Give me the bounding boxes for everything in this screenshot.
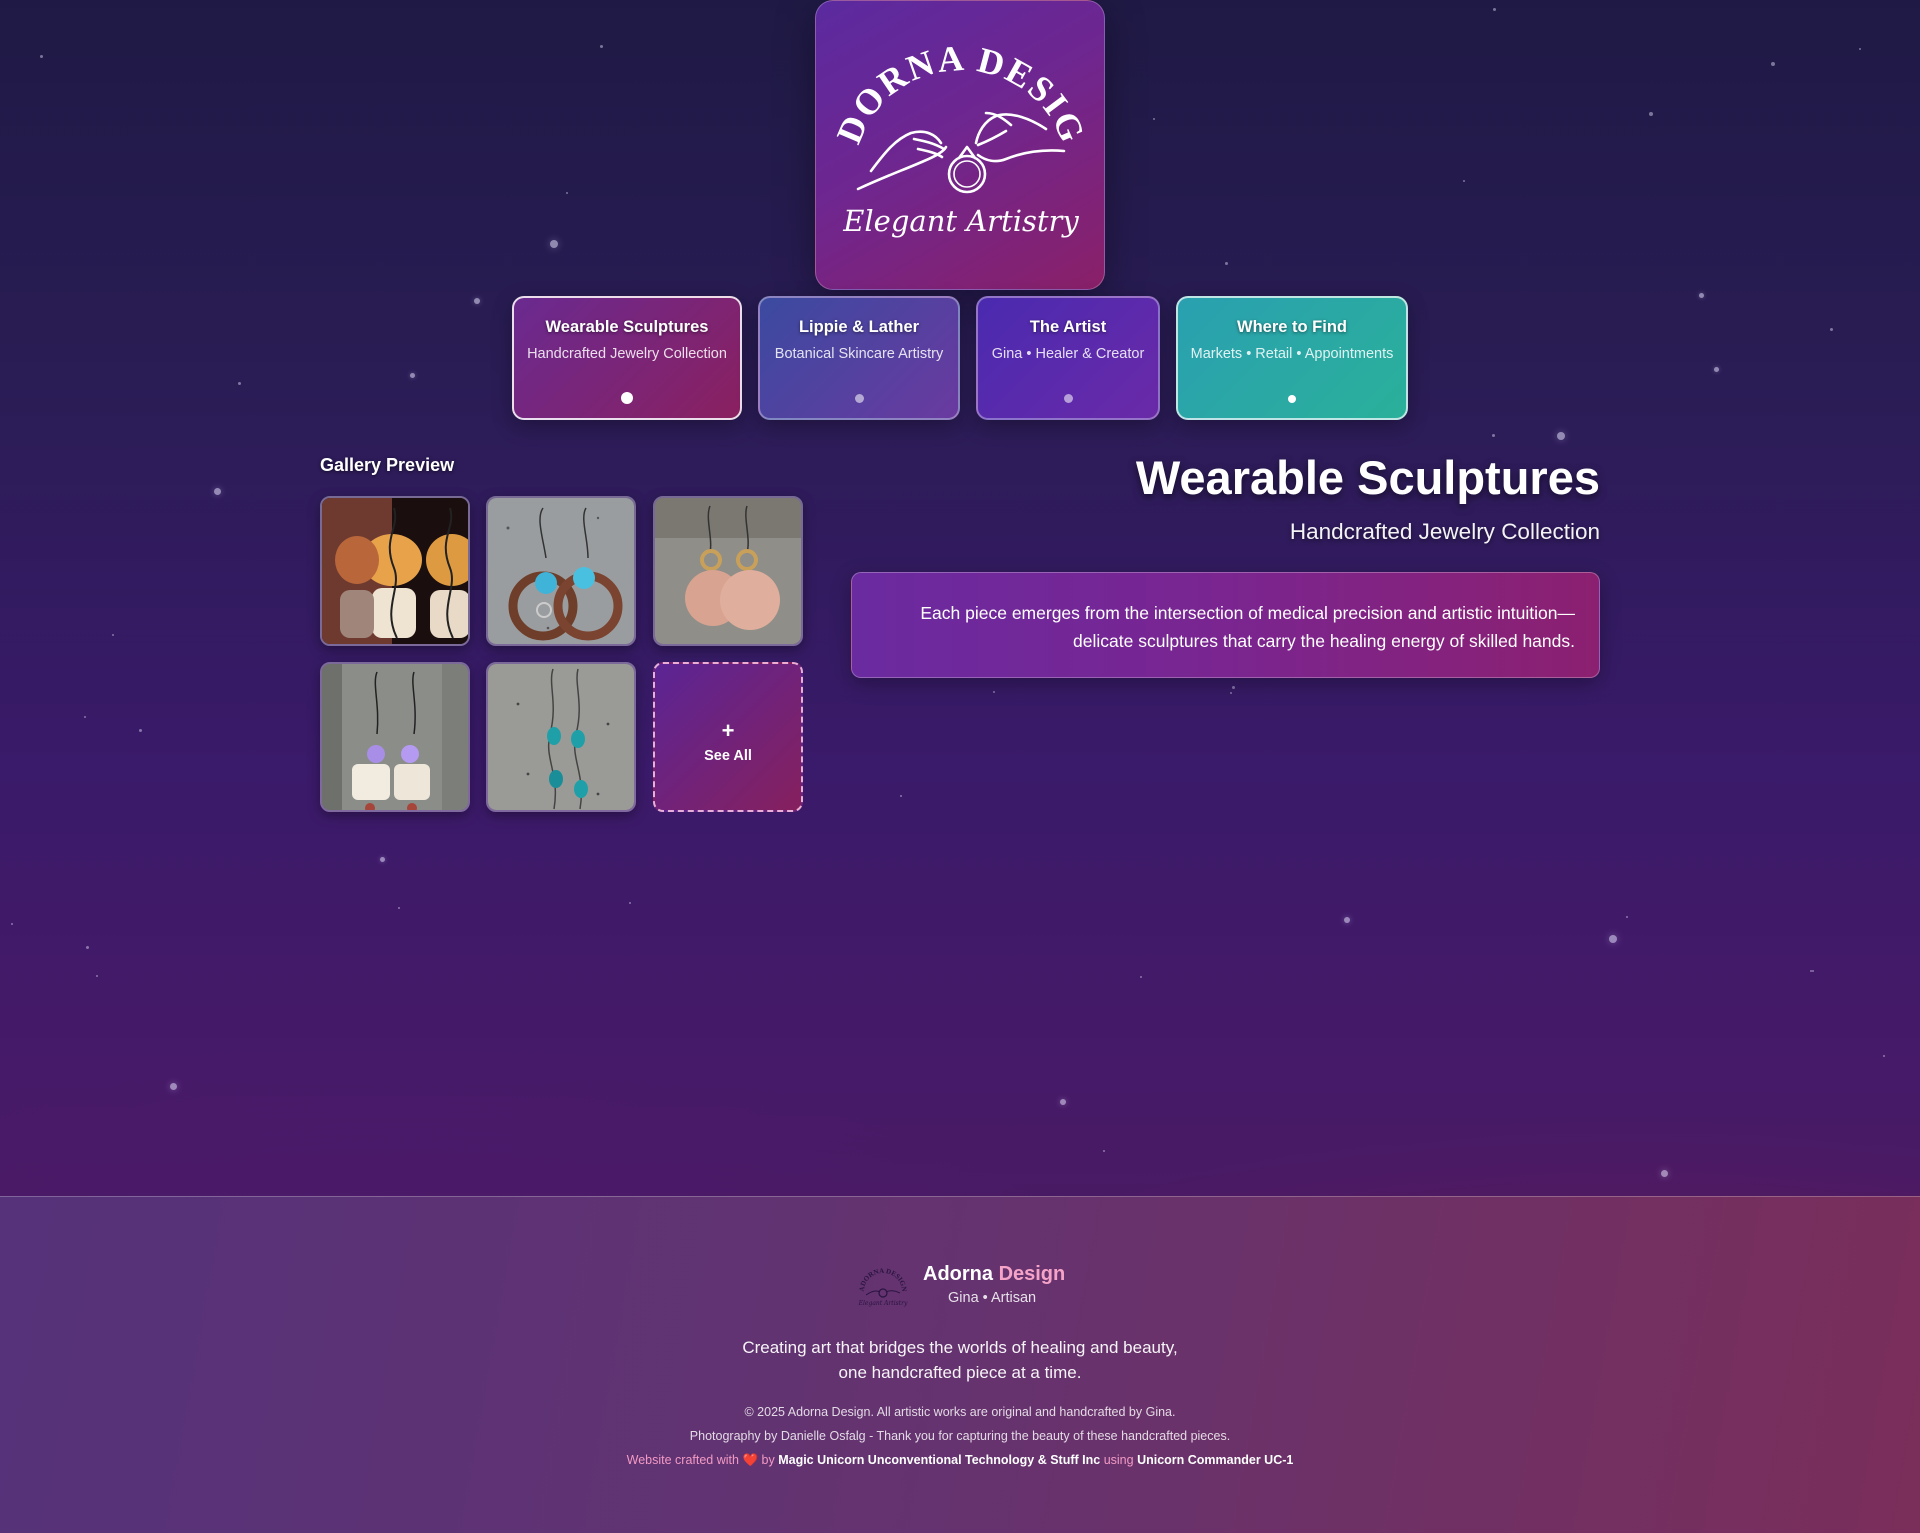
star-dot xyxy=(214,488,221,495)
star-dot xyxy=(1103,1150,1105,1152)
star-dot xyxy=(11,923,13,925)
footer-mission-line: Creating art that bridges the worlds of … xyxy=(742,1338,1178,1357)
footer-brand-accent: Design xyxy=(998,1263,1066,1285)
star-dot xyxy=(170,1083,177,1090)
star-dot xyxy=(1060,1099,1066,1105)
credit-product-link[interactable]: Unicorn Commander UC-1 xyxy=(1137,1453,1293,1467)
section-title: Wearable Sculptures xyxy=(1135,451,1600,504)
gallery-thumb-orange-bead-earrings[interactable] xyxy=(320,496,470,646)
star-dot xyxy=(380,857,385,862)
nav-card-subtitle: Gina • Healer & Creator xyxy=(991,346,1145,362)
footer-logo-icon: ADORNA DESIGN Elegant Artistry xyxy=(858,1267,908,1307)
nav-card-title: Lippie & Lather xyxy=(798,318,920,336)
nav-card-wearable-sculptures[interactable]: Wearable Sculptures Handcrafted Jewelry … xyxy=(512,296,742,420)
star-dot xyxy=(1883,1055,1885,1057)
star-dot xyxy=(1812,970,1814,972)
footer-copyright: © 2025 Adorna Design. All artistic works… xyxy=(744,1405,1176,1419)
star-dot xyxy=(629,902,631,904)
star-dot xyxy=(410,373,415,378)
credit-prefix: Website crafted with xyxy=(626,1453,739,1467)
footer-mission: Creating art that bridges the worlds of … xyxy=(0,1335,1920,1385)
credit-using: using xyxy=(1103,1453,1134,1467)
credit-by: by xyxy=(761,1453,775,1467)
active-indicator-dot xyxy=(621,392,633,404)
star-dot xyxy=(86,946,89,949)
credit-company-link[interactable]: Magic Unicorn Unconventional Technology … xyxy=(778,1453,1100,1467)
plus-icon: + xyxy=(721,718,735,743)
heart-icon: ❤️ xyxy=(742,1453,759,1467)
nav-card-subtitle: Markets • Retail • Appointments xyxy=(1190,346,1394,362)
star-dot xyxy=(1859,48,1861,50)
nav-card-the-artist[interactable]: The Artist Gina • Healer & Creator xyxy=(976,296,1160,420)
footer-brand: Adorna Design xyxy=(923,1263,1065,1286)
star-dot xyxy=(84,716,86,718)
star-dot xyxy=(1626,916,1628,918)
nav-card-where-to-find[interactable]: Where to Find Markets • Retail • Appoint… xyxy=(1176,296,1408,420)
star-dot xyxy=(1649,112,1653,116)
footer-mission-line: one handcrafted piece at a time. xyxy=(838,1363,1082,1382)
see-all-label: See All xyxy=(704,748,752,764)
indicator-dot xyxy=(854,394,864,403)
footer-site-credit: Website crafted with ❤️ by Magic Unicorn… xyxy=(0,1453,1920,1468)
star-dot xyxy=(1661,1170,1668,1177)
star-dot xyxy=(139,729,142,732)
star-dot xyxy=(1463,180,1465,182)
section-description: Each piece emerges from the intersection… xyxy=(851,572,1600,678)
star-dot xyxy=(1153,118,1155,120)
indicator-dot xyxy=(1063,394,1073,403)
svg-text:ADORNA DESIGN: ADORNA DESIGN xyxy=(858,1267,908,1292)
nav-card-title: Where to Find xyxy=(1237,318,1347,336)
footer-brand-name: Adorna xyxy=(923,1263,993,1285)
star-dot xyxy=(96,975,98,977)
star-dot xyxy=(398,907,400,909)
gallery-thumb-copper-disc-earrings[interactable] xyxy=(653,496,803,646)
star-dot xyxy=(1830,328,1833,331)
see-all-button[interactable]: + See All xyxy=(653,662,803,812)
star-dot xyxy=(1492,434,1495,437)
star-dot xyxy=(1771,62,1775,66)
star-dot xyxy=(1493,8,1496,11)
nav-card-title: Wearable Sculptures xyxy=(545,318,709,336)
footer-photo-credit: Photography by Danielle Osfalg - Thank y… xyxy=(689,1429,1231,1443)
star-dot xyxy=(1230,692,1232,694)
svg-text:ADORNA DESIGN: ADORNA DESIGN xyxy=(816,1,1093,149)
star-dot xyxy=(1609,935,1617,943)
star-dot xyxy=(566,192,568,194)
star-dot xyxy=(1699,293,1704,298)
star-dot xyxy=(550,240,558,248)
indicator-dot xyxy=(1288,395,1296,403)
star-dot xyxy=(1344,917,1350,923)
nav-card-subtitle: Handcrafted Jewelry Collection xyxy=(527,346,727,362)
nav-card-subtitle: Botanical Skincare Artistry xyxy=(774,346,944,362)
star-dot xyxy=(1232,686,1235,689)
gallery-thumb-turquoise-earrings[interactable] xyxy=(486,662,636,812)
svg-text:Elegant Artistry: Elegant Artistry xyxy=(858,1300,908,1307)
svg-text:Elegant Artistry: Elegant Artistry xyxy=(842,204,1079,238)
star-dot xyxy=(1140,976,1142,978)
nav-card-lippie-lather[interactable]: Lippie & Lather Botanical Skincare Artis… xyxy=(758,296,960,420)
star-dot xyxy=(238,382,241,385)
star-dot xyxy=(900,795,902,797)
star-dot xyxy=(112,634,114,636)
star-dot xyxy=(1225,262,1228,265)
star-dot xyxy=(600,45,603,48)
gallery-thumb-copper-hoop-earrings[interactable] xyxy=(486,496,636,646)
logo-emblem-icon: ADORNA DESIGN Elegant Artistry xyxy=(816,1,1093,238)
star-dot xyxy=(993,691,995,693)
star-dot xyxy=(1810,970,1812,972)
brand-logo[interactable]: ADORNA DESIGN Elegant Artistry xyxy=(815,0,1105,290)
footer-tagline: Gina • Artisan xyxy=(948,1290,1037,1306)
star-dot xyxy=(1714,367,1719,372)
section-subtitle: Handcrafted Jewelry Collection xyxy=(1289,519,1600,544)
star-dot xyxy=(474,298,480,304)
gallery-heading: Gallery Preview xyxy=(320,455,455,475)
star-dot xyxy=(40,55,43,58)
star-dot xyxy=(1557,432,1565,440)
nav-card-title: The Artist xyxy=(1029,318,1107,336)
site-footer: ADORNA DESIGN Elegant Artistry Adorna De… xyxy=(0,1196,1920,1533)
gallery-thumb-amethyst-earrings[interactable] xyxy=(320,662,470,812)
